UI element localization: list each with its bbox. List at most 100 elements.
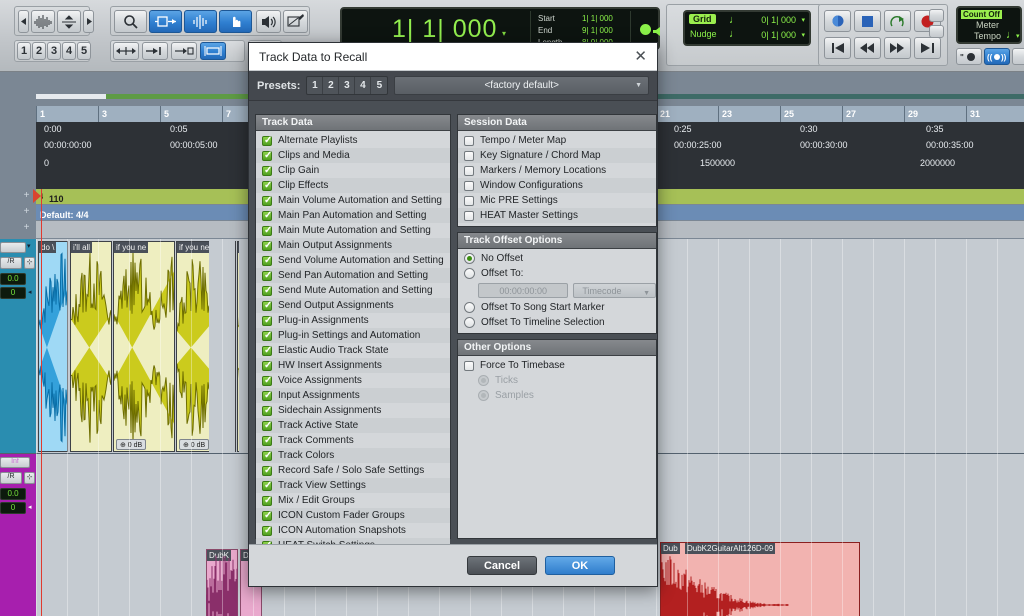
nudge-caret-icon[interactable]: ▾ [801, 31, 805, 39]
checkbox-track-data-item-22[interactable] [262, 465, 272, 476]
zoom-preset-5[interactable]: 5 [77, 42, 91, 60]
track-data-item-row[interactable]: Mix / Edit Groups [256, 493, 450, 508]
pencil-icon[interactable] [283, 10, 308, 33]
instrument-track-header[interactable]: Inf /R ⊹ 0.0 0 ◂ [0, 454, 36, 616]
track-data-item-row[interactable]: Plug-in Assignments [256, 313, 450, 328]
checkbox-track-data-item-7[interactable] [262, 240, 272, 251]
bar-tick[interactable]: 25 [780, 106, 794, 122]
stop-icon[interactable] [854, 10, 881, 32]
nudge-label[interactable]: Nudge [690, 29, 717, 39]
zoomer-icon[interactable] [114, 10, 147, 33]
checkbox-track-data-item-9[interactable] [262, 270, 272, 281]
session-data-item-row[interactable]: HEAT Master Settings [458, 208, 656, 223]
pan-readout[interactable]: 0 [0, 287, 26, 299]
track-data-item-row[interactable]: Clip Gain [256, 163, 450, 178]
slip-icon[interactable] [142, 42, 168, 60]
checkbox-session-data-item-4[interactable] [464, 195, 474, 206]
pan-caret-icon[interactable]: ◂ [28, 288, 32, 296]
return-to-zero-icon[interactable] [824, 37, 851, 59]
markers-ruler-expand[interactable]: + [22, 223, 31, 233]
track-data-item-row[interactable]: Send Pan Automation and Setting [256, 268, 450, 283]
bar-tick[interactable]: 1 [36, 106, 45, 122]
track-data-item-row[interactable]: Elastic Audio Track State [256, 343, 450, 358]
play-icon[interactable] [884, 10, 911, 32]
cancel-button[interactable]: Cancel [467, 556, 537, 575]
online-icon[interactable] [824, 10, 851, 32]
preset-select[interactable]: <factory default> ▼ [394, 76, 649, 95]
checkbox-track-data-item-25[interactable] [262, 510, 272, 521]
zoom-preset-4[interactable]: 4 [62, 42, 76, 60]
inst-pan-readout[interactable]: 0 [0, 502, 26, 514]
zoom-preset-2[interactable]: 2 [32, 42, 46, 60]
zoom-preset-3[interactable]: 3 [47, 42, 61, 60]
end-value[interactable]: 9| 1| 000 [582, 26, 613, 35]
radio-ticks[interactable] [478, 375, 489, 386]
radio-offset-song-start[interactable] [464, 302, 475, 313]
nudge-value[interactable]: 0| 1| 000 [761, 30, 796, 40]
track-menu-caret-icon[interactable]: ▾ [27, 242, 31, 250]
radio-no-offset[interactable] [464, 253, 475, 264]
checkbox-track-data-item-15[interactable] [262, 360, 272, 371]
checkbox-track-data-item-5[interactable] [262, 210, 272, 221]
volume-readout[interactable]: 0.0 [0, 273, 26, 285]
grid-value[interactable]: 0| 1| 000 [761, 15, 796, 25]
checkbox-track-data-item-14[interactable] [262, 345, 272, 356]
track-data-item-row[interactable]: Main Output Assignments [256, 238, 450, 253]
tempo-label[interactable]: Tempo [974, 31, 1001, 41]
bar-tick[interactable]: 31 [966, 106, 980, 122]
guitar-clip[interactable]: DubDubK2GuitarAlt126D-09⊕ 0 dB [660, 542, 860, 616]
checkbox-track-data-item-20[interactable] [262, 435, 272, 446]
track-data-item-row[interactable]: Track Active State [256, 418, 450, 433]
selector-icon[interactable] [184, 10, 217, 33]
shuffle-icon[interactable] [113, 42, 139, 60]
zoom-preset-1[interactable]: 1 [17, 42, 31, 60]
fast-forward-icon[interactable] [884, 37, 911, 59]
session-data-item-row[interactable]: Window Configurations [458, 178, 656, 193]
offset-option-timeline-selection[interactable]: Offset To Timeline Selection [458, 315, 656, 330]
checkbox-track-data-item-24[interactable] [262, 495, 272, 506]
io-button[interactable]: /R [0, 257, 22, 269]
dub-clip[interactable] [209, 241, 235, 452]
grid-caret-icon[interactable]: ▾ [801, 16, 805, 24]
meter-label[interactable]: Meter [976, 20, 999, 30]
checkbox-track-data-item-16[interactable] [262, 375, 272, 386]
checkbox-session-data-item-2[interactable] [464, 165, 474, 176]
inst-track-name-field[interactable]: Inf [0, 457, 30, 468]
bar-tick[interactable]: 5 [160, 106, 169, 122]
metronome-icon[interactable]: " [956, 48, 982, 65]
clip-gain-badge[interactable]: ⊕ 0 dB [116, 439, 147, 450]
tempo-caret-icon[interactable]: ▾ [1016, 32, 1020, 40]
checkbox-track-data-item-1[interactable] [262, 150, 272, 161]
track-name-field[interactable] [0, 242, 26, 253]
offset-timecode-input[interactable]: 00:00:00:00 [478, 283, 569, 298]
ok-button[interactable]: OK [545, 556, 615, 575]
checkbox-track-data-item-4[interactable] [262, 195, 272, 206]
rewind-icon[interactable] [854, 37, 881, 59]
inst-volume-readout[interactable]: 0.0 [0, 488, 26, 500]
transport-extra-2[interactable] [929, 25, 944, 38]
track-data-item-row[interactable]: Send Output Assignments [256, 298, 450, 313]
track-data-item-row[interactable]: Track Colors [256, 448, 450, 463]
checkbox-track-data-item-23[interactable] [262, 480, 272, 491]
session-data-item-row[interactable]: Mic PRE Settings [458, 193, 656, 208]
radio-offset-timeline-selection[interactable] [464, 317, 475, 328]
automation-button[interactable]: ⊹ [24, 257, 35, 269]
close-icon[interactable]: ✕ [634, 49, 647, 64]
session-data-item-row[interactable]: Key Signature / Chord Map [458, 148, 656, 163]
checkbox-session-data-item-3[interactable] [464, 180, 474, 191]
dub-clip-pink[interactable]: DubK [206, 549, 238, 616]
track-data-item-row[interactable]: Plug-in Settings and Automation [256, 328, 450, 343]
inst-io-button[interactable]: /R [0, 472, 22, 484]
offset-option-offset-to[interactable]: Offset To: [458, 266, 656, 281]
preset-button-1[interactable]: 1 [307, 77, 324, 94]
checkbox-track-data-item-0[interactable] [262, 135, 272, 146]
timeline-selection-bar[interactable] [36, 94, 106, 99]
checkbox-track-data-item-6[interactable] [262, 225, 272, 236]
grid-label[interactable]: Grid [689, 14, 716, 24]
checkbox-track-data-item-12[interactable] [262, 315, 272, 326]
timebase-option-samples[interactable]: Samples [458, 388, 656, 403]
radio-offset-to[interactable] [464, 268, 475, 279]
checkbox-track-data-item-10[interactable] [262, 285, 272, 296]
audio-clip[interactable]: if you ne ⊕ 0 dB [113, 241, 175, 452]
checkbox-track-data-item-19[interactable] [262, 420, 272, 431]
